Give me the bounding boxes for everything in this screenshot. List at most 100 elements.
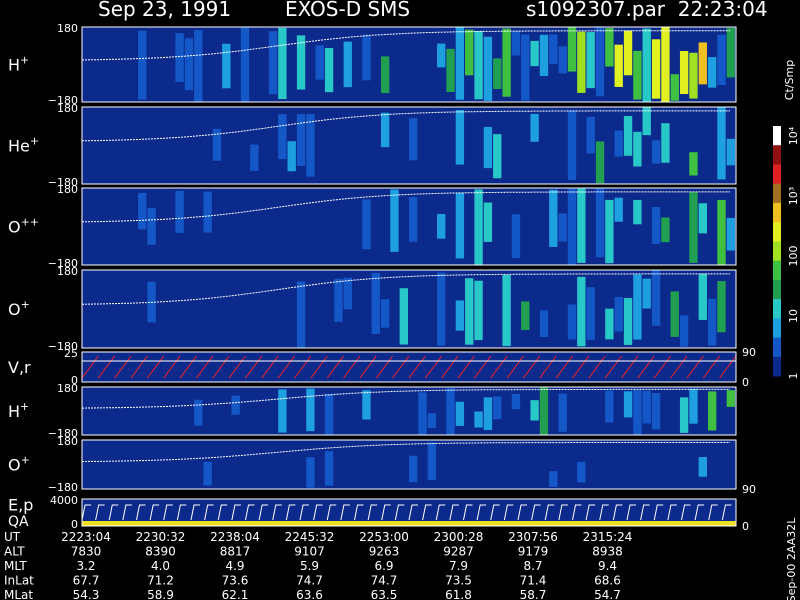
count-band: [586, 287, 595, 340]
count-band: [567, 27, 577, 72]
count-band: [605, 308, 614, 340]
count-band: [324, 393, 334, 435]
row-label-inlat: InLat: [4, 574, 34, 588]
count-band: [558, 46, 567, 74]
ephemeris-value: 9.4: [598, 559, 617, 573]
count-band: [614, 130, 623, 157]
count-band: [306, 457, 315, 488]
colorbar-swatch: [773, 337, 781, 358]
count-band: [549, 471, 558, 487]
count-band: [549, 34, 558, 65]
count-band: [502, 28, 511, 97]
count-band: [306, 114, 315, 177]
panel-8: [81, 498, 737, 527]
panel-6: [81, 386, 737, 436]
ephemeris-value: 6.9: [374, 559, 393, 573]
ephemeris-value: 63.6: [296, 588, 323, 600]
count-band: [689, 192, 698, 263]
count-band: [679, 315, 689, 347]
count-band: [380, 56, 390, 94]
count-band: [371, 273, 380, 334]
count-band: [203, 191, 212, 233]
colorbar-tick-label: 10⁴: [787, 126, 800, 145]
count-band: [539, 34, 549, 76]
count-band: [278, 27, 287, 100]
spectrogram-figure: H+180−180He+180−180O++180−180O+180−180V,…: [4, 22, 800, 600]
count-band: [651, 140, 661, 164]
ephemeris-value: 4.9: [225, 559, 244, 573]
ephemeris-value: 8817: [220, 545, 251, 559]
panel-species-label: He+: [8, 135, 39, 156]
count-band: [595, 141, 605, 184]
count-band: [306, 388, 315, 432]
count-band: [595, 188, 605, 258]
colorbar-swatch: [773, 145, 781, 165]
panel-species-label: H+: [8, 400, 29, 421]
count-band: [437, 43, 446, 68]
count-band: [651, 270, 661, 326]
count-band: [343, 41, 352, 88]
panel-label-group: H+180−180: [8, 22, 78, 107]
count-band: [446, 48, 455, 92]
ephemeris-value: 2253:00: [359, 530, 409, 544]
colorbar-swatch: [773, 222, 781, 242]
count-band: [437, 272, 446, 346]
count-band: [642, 390, 651, 424]
count-band: [586, 116, 595, 154]
count-band: [605, 28, 614, 67]
y-axis-bottom-label: −180: [48, 481, 78, 494]
count-band: [679, 397, 689, 433]
colorbar-swatch: [773, 183, 781, 204]
ephemeris-value: 2223:04: [61, 530, 111, 544]
count-band: [577, 188, 586, 263]
count-band: [698, 203, 707, 234]
count-band: [334, 278, 343, 322]
row-label-alt: ALT: [4, 545, 25, 559]
ephemeris-value: 2245:32: [285, 530, 335, 544]
count-band: [642, 28, 651, 102]
count-band: [446, 388, 455, 435]
count-band: [493, 58, 502, 89]
ephemeris-value: 2238:04: [210, 530, 260, 544]
count-band: [614, 296, 623, 332]
colorbar-swatch: [773, 260, 781, 281]
y-axis-top-label: 180: [57, 102, 78, 115]
count-band: [493, 396, 502, 420]
count-band: [707, 298, 717, 346]
colorbar-tick-label: 1: [787, 373, 800, 380]
ephemeris-value: 54.7: [594, 588, 621, 600]
colorbar-tick-label: 100: [787, 246, 800, 267]
panel-label-group: O+180−180: [8, 265, 78, 353]
count-band: [455, 109, 465, 165]
ephemeris-value: 61.8: [445, 588, 472, 600]
count-band: [633, 131, 642, 167]
y-axis-top-label: 180: [57, 382, 78, 395]
ephemeris-value: 73.6: [222, 574, 249, 588]
count-band: [184, 38, 194, 91]
count-band: [698, 457, 707, 477]
count-band: [296, 113, 306, 167]
count-band: [511, 31, 521, 56]
count-band: [380, 299, 390, 328]
panel-label-group: H+180−180: [8, 382, 78, 440]
y-axis-top-label: 180: [57, 22, 78, 35]
panel-species-label: V,r: [8, 358, 31, 377]
count-band: [455, 192, 465, 259]
count-band: [437, 214, 446, 239]
count-band: [707, 57, 717, 88]
panel-species-label: O+: [8, 298, 30, 319]
count-band: [633, 390, 642, 435]
count-band: [222, 43, 231, 89]
count-band: [493, 134, 502, 179]
count-band: [278, 114, 287, 160]
count-band: [483, 36, 493, 101]
count-band: [726, 27, 735, 78]
panel-sub-label: QA: [8, 514, 29, 530]
ephemeris-value: 8.7: [523, 559, 542, 573]
count-band: [661, 217, 670, 243]
species-charge: +: [20, 400, 29, 413]
count-band: [502, 274, 511, 347]
ephemeris-value: 7830: [71, 545, 102, 559]
species-charge: +: [20, 54, 29, 67]
ephemeris-value: 5.9: [300, 559, 319, 573]
